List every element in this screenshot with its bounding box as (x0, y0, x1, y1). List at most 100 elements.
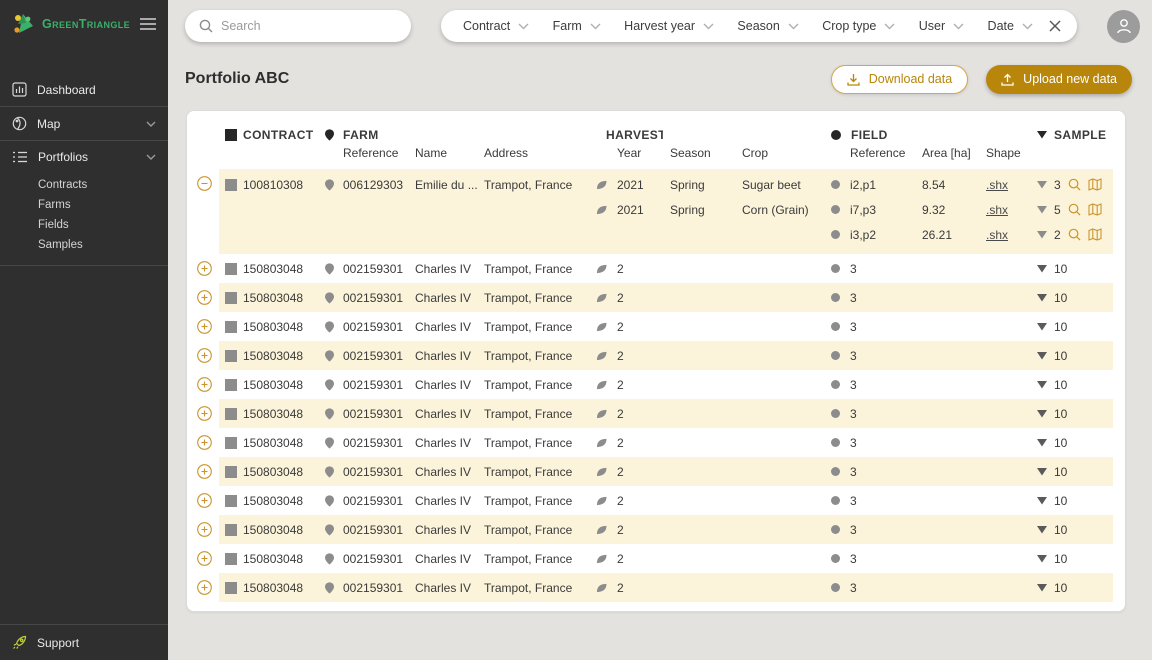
app-root: GreenTriangle Dashboard (0, 0, 1152, 660)
leaf-icon (596, 322, 607, 332)
subcolumn-harvest-crop: Crop (735, 144, 825, 162)
harvest-count-cell: 2 (591, 515, 663, 544)
expand-row-button[interactable] (197, 261, 212, 276)
triangle-down-icon (1037, 352, 1047, 360)
sidebar-item-label: Map (37, 117, 60, 131)
expand-row-button[interactable] (197, 348, 212, 363)
table-body: 150803048 002159301 Charles IV Trampot, … (187, 254, 1125, 602)
crop-cell: Sugar beet (735, 172, 825, 197)
subcolumn-harvest-year: Year (591, 144, 663, 162)
expand-row-button[interactable] (197, 435, 212, 450)
triangle-down-icon (1037, 231, 1047, 239)
field-dot-icon (831, 351, 840, 360)
triangle-down-icon (1037, 206, 1047, 214)
contract-cell: 150803048 (219, 370, 321, 399)
subcolumn-farm-reference: Reference (321, 144, 409, 162)
search-input[interactable] (221, 19, 397, 33)
column-harvest: HARVEST (591, 125, 663, 144)
filter-dropdown[interactable]: Harvest year (622, 19, 716, 33)
sidebar-item-support[interactable]: Support (0, 625, 168, 660)
filter-dropdown[interactable]: Crop type (820, 19, 897, 33)
contract-cell: 150803048 (219, 486, 321, 515)
expand-row-button[interactable] (197, 290, 212, 305)
collapse-row-button[interactable] (197, 176, 212, 191)
upload-data-button[interactable]: Upload new data (986, 65, 1132, 94)
field-count-cell: 3 (825, 254, 913, 283)
menu-icon[interactable] (140, 18, 156, 30)
sidebar-subitem[interactable]: Contracts (0, 175, 168, 195)
sidebar-item-map[interactable]: Map (0, 107, 168, 140)
farm-reference-cell: 002159301 (321, 515, 409, 544)
download-data-button[interactable]: Download data (831, 65, 968, 94)
farm-reference-cell: 002159301 (321, 544, 409, 573)
brand-logo[interactable]: GreenTriangle (10, 11, 130, 37)
map-pin-icon (325, 350, 334, 362)
table-header-groups: CONTRACT FARM HARVEST (219, 125, 1113, 144)
user-avatar[interactable] (1107, 10, 1140, 43)
shape-file-link[interactable]: .shx (986, 228, 1008, 242)
leaf-icon (596, 380, 607, 390)
expand-row-button[interactable] (197, 551, 212, 566)
sidebar-item-portfolios[interactable]: Portfolios (0, 141, 168, 173)
chevron-down-icon (590, 23, 601, 30)
farm-address-cell: Trampot, France (479, 254, 591, 283)
map-view-icon[interactable] (1088, 178, 1102, 191)
table-row: 150803048 002159301 Charles IV Trampot, … (187, 573, 1125, 602)
shape-file-link[interactable]: .shx (986, 178, 1008, 192)
map-view-icon[interactable] (1088, 228, 1102, 241)
view-sample-icon[interactable] (1068, 228, 1081, 241)
farm-reference-cell: 002159301 (321, 486, 409, 515)
filter-dropdown[interactable]: Season (735, 19, 800, 33)
search-input-wrapper (185, 10, 411, 42)
harvest-count-cell: 2 (591, 573, 663, 602)
farm-address-cell: Trampot, France (479, 312, 591, 341)
map-pin-icon (325, 129, 334, 141)
expand-row-button[interactable] (197, 377, 212, 392)
shape-file-link[interactable]: .shx (986, 203, 1008, 217)
map-pin-icon (325, 495, 334, 507)
table-row: 150803048 002159301 Charles IV Trampot, … (187, 457, 1125, 486)
expand-row-button[interactable] (197, 464, 212, 479)
table-row: 150803048 002159301 Charles IV Trampot, … (187, 283, 1125, 312)
contract-icon (225, 495, 237, 507)
map-pin-icon (325, 379, 334, 391)
column-sample: SAMPLE (1029, 125, 1113, 144)
map-view-icon[interactable] (1088, 203, 1102, 216)
clear-filters-button[interactable] (1049, 20, 1061, 32)
farm-name-cell: Charles IV (409, 312, 479, 341)
expand-row-button[interactable] (197, 319, 212, 334)
leaf-icon (596, 351, 607, 361)
filter-bar: Contract Farm Harvest year Season (441, 10, 1077, 42)
filter-dropdown[interactable]: Date (986, 19, 1035, 33)
field-dot-icon (831, 293, 840, 302)
triangle-down-icon (1037, 181, 1047, 189)
data-table: CONTRACT FARM HARVEST (186, 110, 1126, 612)
expand-row-button[interactable] (197, 580, 212, 595)
field-dot-icon (831, 438, 840, 447)
expand-row-button[interactable] (197, 406, 212, 421)
sidebar-subitem[interactable]: Fields (0, 215, 168, 235)
field-dot-icon (831, 583, 840, 592)
farm-name-cell: Charles IV (409, 428, 479, 457)
page-title: Portfolio ABC (185, 70, 289, 88)
view-sample-icon[interactable] (1068, 203, 1081, 216)
upload-icon (1001, 73, 1014, 86)
farm-name-cell: Charles IV (409, 283, 479, 312)
filter-dropdown[interactable]: Farm (551, 19, 603, 33)
sidebar-subitem[interactable]: Farms (0, 195, 168, 215)
sidebar-item-dashboard[interactable]: Dashboard (0, 73, 168, 106)
expanded-detail-line: i3,p2 26.21 .shx 2 (219, 222, 1113, 247)
expand-row-button[interactable] (197, 522, 212, 537)
map-pin-icon (325, 321, 334, 333)
sample-cell: 3 (1029, 172, 1113, 197)
sidebar-subitem[interactable]: Samples (0, 235, 168, 255)
filter-dropdown[interactable]: User (917, 19, 966, 33)
view-sample-icon[interactable] (1068, 178, 1081, 191)
map-pin-icon (325, 263, 334, 275)
farm-name-cell: Charles IV (409, 515, 479, 544)
filter-dropdown[interactable]: Contract (461, 19, 531, 33)
farm-address-cell: Trampot, France (479, 457, 591, 486)
field-count-cell: 3 (825, 399, 913, 428)
expand-row-button[interactable] (197, 493, 212, 508)
harvest-count-cell: 2 (591, 341, 663, 370)
